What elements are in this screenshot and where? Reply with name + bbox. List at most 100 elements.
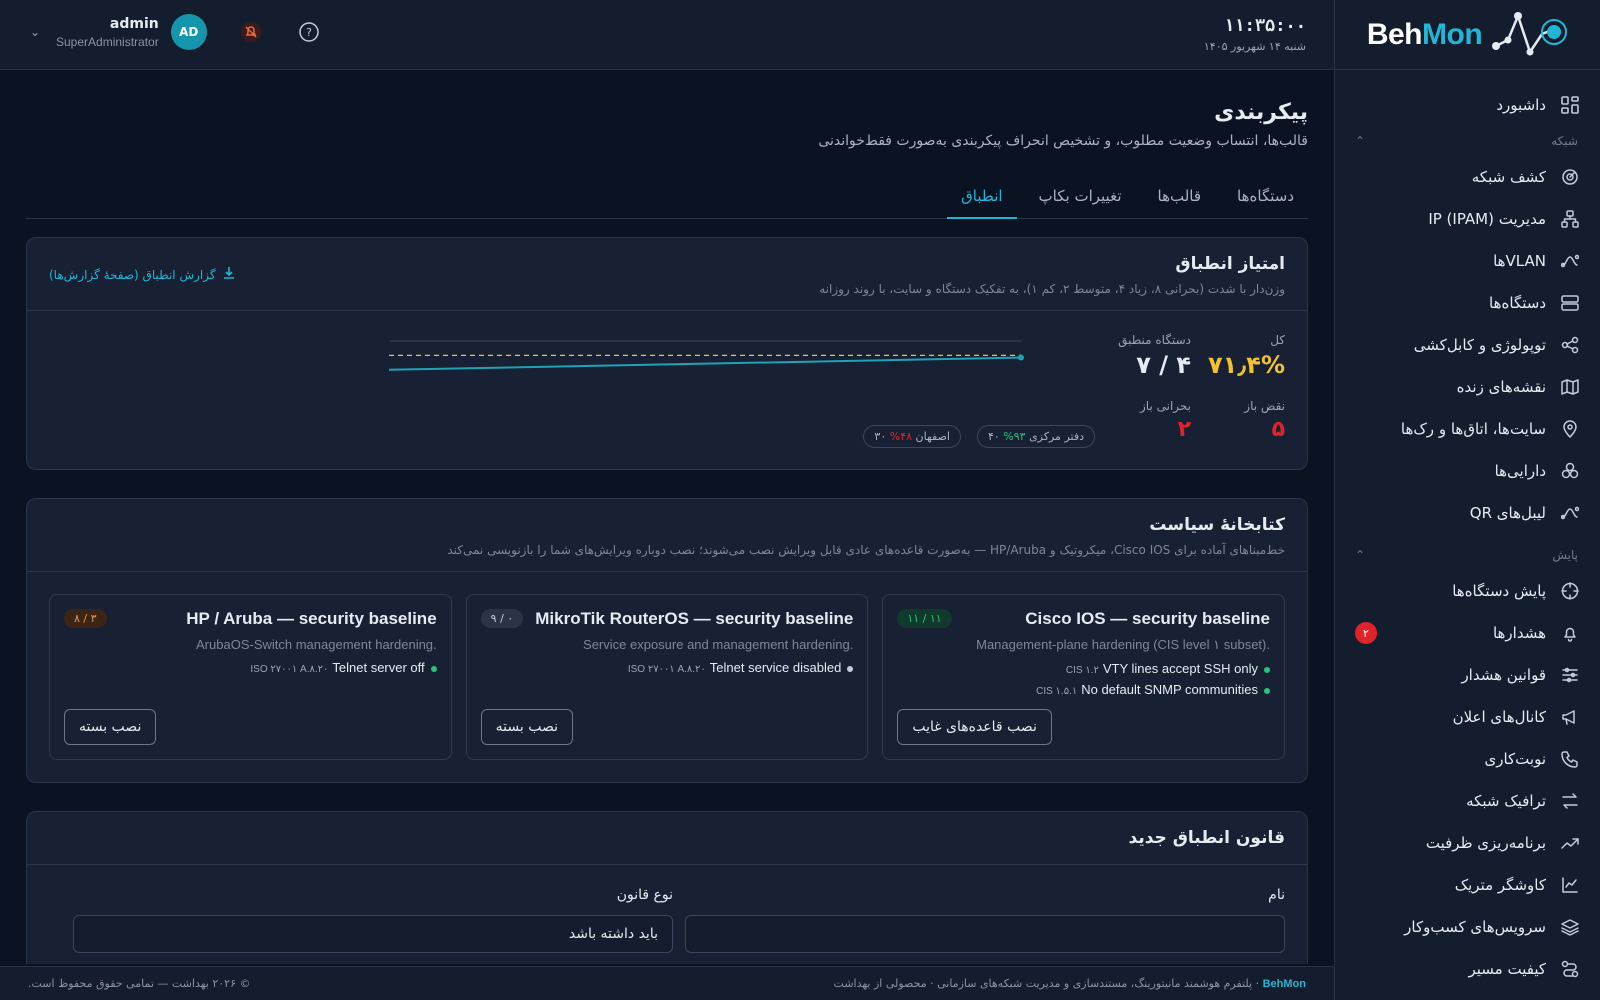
location-pin-icon [1560,419,1580,439]
sidebar-item-location-pin[interactable]: سایت‌ها، اتاق‌ها و رک‌ها [1335,408,1600,450]
site-chip-isfahan[interactable]: اصفهان ۴۸% ۳۰ [863,425,961,448]
tab-item[interactable]: تغییرات بکاپ [1025,179,1136,219]
install-policy-button[interactable]: نصب قاعده‌های غایب [897,709,1052,745]
sidebar-item-line-chart[interactable]: کاوشگر متریک [1335,864,1600,906]
clock-date: شنبه ۱۴ شهریور ۱۴۰۵ [1203,40,1306,53]
user-menu[interactable]: admin SuperAdministrator [56,16,159,49]
kpi-compliant-label: دستگاه منطبق [1118,333,1191,347]
kpi-open-critical: بحرانی باز ۲ [1140,399,1191,442]
sidebar-item-label: کشف شبکه [1471,168,1546,186]
sidebar-item-trend[interactable]: برنامه‌ریزی ظرفیت [1335,822,1600,864]
control-reference: ISO ۲۷۰۰۱ A.۸.۲۰ [627,664,706,675]
footer-copyright: © ۲۰۲۶ بهداشت — تمامی حقوق محفوظ است. [28,977,251,990]
footer-product: محصولی از بهداشت [833,977,927,990]
policy-card: MikroTik RouterOS — security baseline Ser… [465,594,869,760]
kpi-open-violations: نقض باز ۵ [1244,399,1285,442]
svg-text:?: ? [306,26,312,39]
sidebar-item-vlan[interactable]: VLANها [1335,240,1600,282]
vlan-icon [1560,251,1580,271]
policy-description: Service exposure and management hardenin… [583,637,854,652]
install-policy-button[interactable]: نصب بسته [480,709,574,745]
policy-title: MikroTik RouterOS — security baseline [535,609,854,628]
sidebar-item-layers[interactable]: سرویس‌های کسب‌وکار [1335,906,1600,948]
card-title: قانون انطباق جدید [1128,828,1285,848]
policy-control: CIS ۱.۵.۱ No default SNMP communities [897,682,1270,697]
compliance-report-link[interactable]: گزارش انطباق (صفحهٔ گزارش‌ها) [49,266,236,283]
status-dot-icon [847,665,854,672]
alert-count-badge: ۲ [1355,622,1377,644]
compliance-score-card: امتیاز انطباق وزن‌دار با شدت (بحرانی ۸، … [26,237,1308,470]
sidebar-item-route[interactable]: کیفیت مسیر [1335,948,1600,990]
policy-card: HP / Aruba — security baseline ArubaOS-Sw… [48,594,452,760]
score-body: کل ۷۱٫۴% دستگاه منطبق ۴ / ۷ نقض باز ۵ بح… [27,311,1307,469]
policy-title: Cisco IOS — security baseline [1025,609,1270,628]
sidebar-item-dashboard[interactable]: داشبورد [1335,84,1600,126]
sidebar-item-radar[interactable]: کشف شبکه [1335,156,1600,198]
boxes-icon [1560,461,1580,481]
sidebar-item-boxes[interactable]: دارایی‌ها [1335,450,1600,492]
footer-tagline: پلتفرم هوشمند مانیتورینگ، مستندسازی و مد… [937,977,1253,990]
sidebar-item-phone[interactable]: نوبت‌کاری [1335,738,1600,780]
sidebar-section-network[interactable]: شبکه ⌃ [1335,126,1600,156]
sidebar-item-server[interactable]: دستگاه‌ها [1335,282,1600,324]
policy-score-badge: ۳ / ۸ [63,609,107,628]
help-circle-icon: ? [298,22,319,42]
name-label: نام [1268,887,1285,903]
crosshair-icon [1560,581,1580,601]
sidebar-item-map[interactable]: نقشه‌های زنده [1335,366,1600,408]
sidebar-item-network-tree[interactable]: مدیریت IP (IPAM) [1335,198,1600,240]
sidebar-item-qr-label[interactable]: لیبل‌های QR [1335,492,1600,534]
card-header: قانون انطباق جدید [27,812,1307,865]
report-link-label: گزارش انطباق (صفحهٔ گزارش‌ها) [49,267,216,282]
page-title: پیکربندی [1214,100,1308,125]
tab-compliance[interactable]: انطباق [947,179,1017,219]
policy-title: HP / Aruba — security baseline [186,609,437,628]
notifications-muted-button[interactable] [237,18,265,46]
brand-name-part1: Beh [1366,17,1423,51]
tab-item[interactable]: دستگاه‌ها [1223,179,1308,219]
sidebar-item-label: دارایی‌ها [1494,462,1546,480]
sidebar-item-label: لیبل‌های QR [1469,504,1546,522]
site-name: اصفهان [912,430,950,443]
policy-score-badge: ۱۱ / ۱۱ [897,609,952,628]
layers-icon [1560,917,1580,937]
rule-type-select[interactable]: باید داشته باشد [73,915,673,953]
kpi-open-critical-label: بحرانی باز [1140,399,1191,413]
brand-logo[interactable]: BehMon [1335,0,1600,70]
trend-icon [1560,833,1580,853]
avatar[interactable]: AD [170,14,207,50]
sidebar-section-monitoring[interactable]: پایش ⌃ [1335,540,1600,570]
tab-item[interactable]: قالب‌ها [1144,179,1216,219]
sidebar-item-crosshair[interactable]: پایش دستگاه‌ها [1335,570,1600,612]
trend-last-point[interactable] [1018,354,1024,361]
kpi-open-violations-value: ۵ [1271,417,1285,442]
sidebar-item-megaphone[interactable]: کانال‌های اعلان [1335,696,1600,738]
control-text: VTY lines accept SSH only [1102,661,1258,676]
status-dot-icon [1264,666,1270,673]
sidebar-item-bell[interactable]: هشدارها ۲ [1335,612,1600,654]
help-button[interactable]: ? [295,18,323,46]
footer-brand: BehMon [1262,978,1306,990]
arrows-icon [1560,791,1580,811]
page-subtitle: قالب‌ها، انتساب وضعیت مطلوب، و تشخیص انح… [818,133,1308,149]
control-reference: CIS ۱.۵.۱ [1036,686,1078,697]
network-tree-icon [1560,209,1580,229]
sidebar-item-share[interactable]: توپولوژی و کابل‌کشی [1335,324,1600,366]
chevron-down-icon[interactable]: ⌄ [30,25,44,39]
sidebar-item-arrows[interactable]: ترافیک شبکه [1335,780,1600,822]
site-chip-hq[interactable]: دفتر مرکزی ۹۳% ۴۰ [976,425,1095,448]
kpi-total-value: ۷۱٫۴% [1208,351,1285,379]
status-dot-icon [430,665,437,672]
card-subtitle: وزن‌دار با شدت (بحرانی ۸، زیاد ۴، متوسط … [819,282,1285,296]
new-rule-card: قانون انطباق جدید نام نوع قانون باید داش… [26,811,1308,964]
brand-name: BehMon [1366,17,1483,52]
megaphone-icon [1560,707,1580,727]
policy-description: ArubaOS-Switch management hardening. [196,637,437,652]
policy-control: ISO ۲۷۰۰۱ A.۸.۲۰ Telnet server off [64,660,437,675]
chevron-up-icon: ⌃ [1355,134,1366,148]
sidebar-item-label: سرویس‌های کسب‌وکار [1404,918,1546,936]
sidebar-item-sliders[interactable]: قوانین هشدار [1335,654,1600,696]
footer-info: BehMon · پلتفرم هوشمند مانیتورینگ، مستند… [833,977,1306,990]
rule-name-input[interactable] [685,915,1285,953]
install-policy-button[interactable]: نصب بسته [63,709,157,745]
